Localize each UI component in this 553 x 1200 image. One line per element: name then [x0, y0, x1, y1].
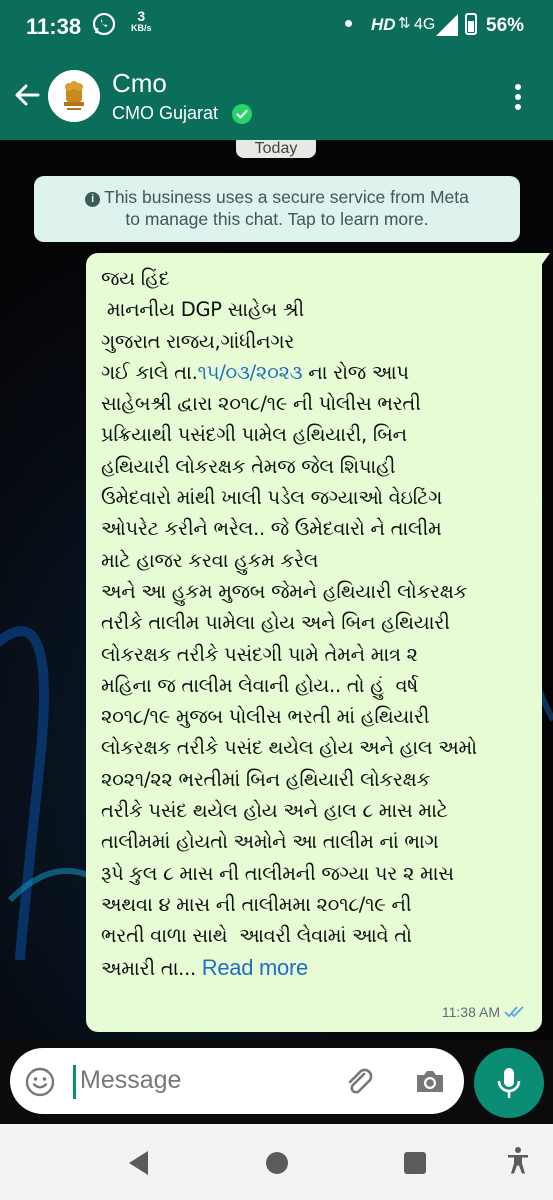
more-vertical-icon[interactable] [508, 82, 528, 112]
notification-dot-icon [345, 20, 352, 27]
status-time: 11:38 [26, 14, 82, 39]
notice-line-2: to manage this chat. Tap to learn more. [125, 209, 429, 229]
network-speed-unit: KB/s [131, 23, 152, 33]
text-cursor [73, 1065, 76, 1099]
hd-indicator: HD [371, 15, 396, 34]
message-line: ગઈ કાલે તા. [101, 360, 198, 384]
message-line: અમારી તા... [101, 956, 202, 980]
message-placeholder: Message [80, 1066, 182, 1094]
accessibility-icon[interactable] [506, 1146, 530, 1176]
chat-subtitle[interactable]: CMO Gujarat [112, 103, 218, 124]
message-line: હથિયારી લોકરક્ષક તેમજ જેલ શિપાહી [101, 454, 396, 478]
camera-icon[interactable] [414, 1066, 446, 1096]
chat-area[interactable]: Today i This business uses a secure servi… [0, 140, 553, 1040]
message-bubble[interactable]: જય હિંદ માનનીય DGP સાહેબ શ્રી ગુજરાત રાજ… [86, 253, 542, 1032]
message-meta: 11:38 AM [442, 1004, 528, 1020]
message-line: ના રોજ આપ [302, 360, 409, 384]
chat-header: Cmo CMO Gujarat [0, 56, 553, 140]
paperclip-icon[interactable] [342, 1064, 376, 1098]
message-line: સાહેબશ્રી દ્વારા ૨૦૧૮/૧૯ ની પોલીસ ભરતી [101, 392, 421, 416]
message-line: ઉમેદવારો માંથી ખાલી પડેલ જગ્યાઓ વેઇટિંગ [101, 486, 443, 510]
network-speed: 3 KB/s [131, 8, 152, 34]
info-icon: i [85, 192, 101, 207]
double-check-icon [504, 1006, 524, 1018]
message-line: તાલીમમાં હોયતો અમોને આ તાલીમ નાં ભાગ [101, 830, 439, 854]
message-time: 11:38 AM [441, 1004, 500, 1020]
message-line: તરીકે પસંદ થયેલ હોય અને હાલ ૮ માસ માટે [101, 799, 448, 823]
message-line: માટે હાજર કરવા હુકમ કરેલ [101, 548, 319, 572]
message-line: ઓપરેટ કરીને ભરેલ.. જે ઉમેદવારો ને તાલીમ [101, 517, 442, 541]
mic-icon [497, 1068, 521, 1098]
encryption-notice[interactable]: i This business uses a secure service fro… [34, 176, 520, 242]
message-line: ભરતી વાળા સાથે આવરી લેવામાં આવે તો [101, 924, 412, 948]
message-line: જય હિંદ [101, 267, 170, 290]
message-line: તરીકે તાલીમ પામેલા હોય અને બિન હથિયારી [101, 611, 450, 635]
avatar[interactable] [48, 70, 100, 122]
message-line: લોકરક્ષક તરીકે પસંદગી પામે તેમને માત્ર ૨ [101, 642, 418, 666]
composer: Message [0, 1040, 553, 1124]
message-line: માનનીય DGP સાહેબ શ્રી [101, 298, 304, 322]
message-line: રૂપે કુલ ૮ માસ ની તાલીમની જગ્યા પર ૨ માસ [101, 861, 454, 885]
battery-percent: 56% [486, 15, 525, 36]
emoji-icon[interactable] [24, 1066, 56, 1098]
network-type: 4G [414, 16, 436, 33]
signal-icon [436, 14, 458, 36]
message-line: ગુજરાત રાજય,ગાંધીનગર [101, 329, 295, 353]
message-text: જય હિંદ માનનીય DGP સાહેબ શ્રી ગુજરાત રાજ… [101, 263, 541, 984]
emblem-icon [48, 70, 100, 122]
whatsapp-notification-icon [92, 12, 116, 36]
message-line: ૨૦૨૧/૨૨ ભરતીમાં બિન હથિયારી લોકરક્ષક [101, 767, 430, 791]
notice-line-1: This business uses a secure service from… [104, 187, 469, 207]
message-input[interactable]: Message [10, 1048, 464, 1114]
mic-button[interactable] [474, 1048, 544, 1118]
status-bar: 11:38 3 KB/s HD ⇅ 4G 56% [0, 0, 553, 56]
network-speed-value: 3 [137, 8, 146, 24]
message-line: ૨૦૧૮/૧૯ મુજબ પોલીસ ભરતી માં હથિયારી [101, 705, 430, 729]
message-line: અથવા ૪ માસ ની તાલીમમા ૨૦૧૮/૧૯ ની [101, 892, 412, 916]
nav-home-icon[interactable] [266, 1152, 288, 1174]
battery-icon [465, 13, 477, 35]
system-nav-bar [0, 1124, 553, 1200]
nav-recents-icon[interactable] [404, 1152, 426, 1174]
chat-title[interactable]: Cmo [112, 68, 167, 99]
message-line: મહિના જ તાલીમ લેવાની હોય.. તો હું વર્ષ [101, 673, 418, 697]
nav-back-icon[interactable] [128, 1150, 150, 1176]
date-link[interactable]: ૧૫/૦૩/૨૦૨૩ [197, 361, 302, 384]
message-line: અને આ હુકમ મુજબ જેમને હથિયારી લોકરક્ષક [101, 579, 468, 603]
read-more-link[interactable]: Read more [202, 955, 308, 980]
message-line: લોકરક્ષક તરીકે પસંદ થયેલ હોય અને હાલ અમો [101, 736, 477, 760]
message-line: પ્રક્રિયાથી પસંદગી પામેલ હથિયારી, બિન [101, 423, 407, 447]
verified-badge-icon [232, 104, 252, 124]
data-arrows-icon: ⇅ [398, 15, 411, 32]
date-chip: Today [236, 140, 316, 158]
arrow-left-icon[interactable] [10, 78, 44, 112]
